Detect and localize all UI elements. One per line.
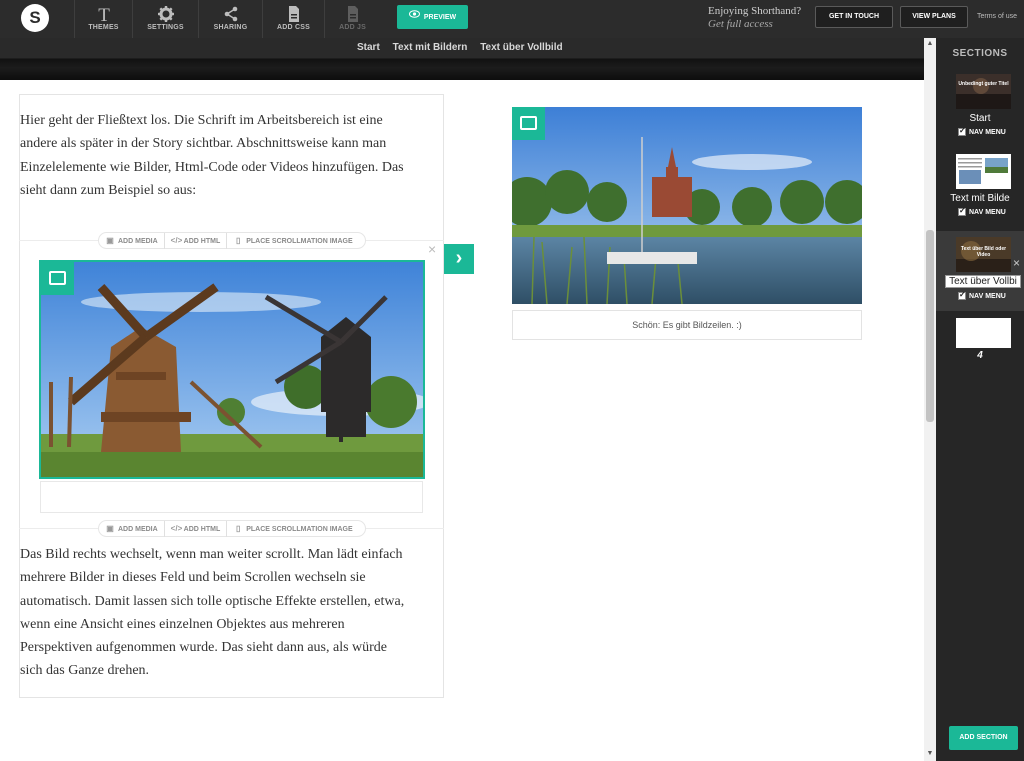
body-paragraph-2[interactable]: Das Bild rechts wechselt, wenn man weite…	[20, 543, 412, 683]
add-section-button[interactable]: ADD SECTION	[949, 726, 1018, 750]
place-scrollmation-button[interactable]: ▯ PLACE SCROLLMATION IMAGE	[227, 233, 358, 249]
add-media-button[interactable]: ▣ ADD MEDIA	[99, 233, 165, 249]
section-item-4[interactable]: 4	[936, 318, 1024, 368]
tab-text-mit-bildern[interactable]: Text mit Bildern	[393, 42, 468, 53]
gear-icon	[133, 4, 198, 24]
editor-canvas: Hier geht der Fließtext los. Die Schrift…	[0, 80, 924, 761]
terms-link[interactable]: Terms of use	[977, 13, 1017, 20]
section-name-input[interactable]: Text über Vollbi	[945, 275, 1021, 288]
add-html-button[interactable]: </>ADD HTML	[165, 521, 228, 537]
eye-icon	[408, 5, 420, 29]
code-icon: </>	[170, 524, 183, 533]
settings-button[interactable]: SETTINGS	[132, 0, 198, 38]
checkbox-checked-icon	[958, 290, 966, 300]
media-toolbar-top: ▣ ADD MEDIA </>ADD HTML ▯ PLACE SCROLLMATION…	[98, 232, 366, 249]
nav-menu-checkbox[interactable]: NAV MENU	[958, 290, 1006, 300]
phone-icon: ▯	[236, 524, 241, 533]
checkbox-checked-icon	[958, 126, 966, 136]
shorthand-logo[interactable]: S	[21, 4, 49, 32]
body-paragraph-1[interactable]: Hier geht der Fließtext los. Die Schrift…	[20, 109, 412, 202]
scrollbar-thumb[interactable]	[926, 230, 934, 422]
tab-start[interactable]: Start	[357, 42, 380, 53]
section-item-start[interactable]: Unbedingt guter Titel Start NAV MENU	[936, 72, 1024, 142]
section-tabs: Start Text mit Bildern Text über Vollbil…	[357, 42, 573, 53]
code-icon: </>	[170, 236, 183, 245]
preview-button[interactable]: PREVIEW	[397, 5, 468, 29]
scroll-up-icon[interactable]: ▲	[924, 40, 936, 47]
image-icon	[49, 271, 66, 285]
upgrade-prompt[interactable]: Enjoying Shorthand? Get full access	[708, 5, 806, 31]
section-item-text-mit-bildern[interactable]: Text mit Bilde NAV MENU	[936, 152, 1024, 222]
next-arrow-button[interactable]: ›	[444, 244, 474, 274]
media-type-badge[interactable]	[512, 107, 545, 140]
add-css-button[interactable]: ADD CSS	[262, 0, 324, 38]
tab-text-ueber-vollbild[interactable]: Text über Vollbild	[480, 42, 562, 53]
get-full-access-link[interactable]: Get full access	[708, 18, 806, 31]
sections-title: SECTIONS	[952, 48, 1008, 59]
add-js-button[interactable]: ADD JS	[324, 0, 380, 38]
top-toolbar: S T THEMES SETTINGS SHARING ADD CSS ADD …	[0, 0, 1024, 38]
css-file-icon	[263, 4, 324, 24]
place-scrollmation-button[interactable]: ▯ PLACE SCROLLMATION IMAGE	[227, 521, 358, 537]
svg-text:T: T	[98, 5, 110, 24]
section-thumbnail	[956, 154, 1011, 189]
phone-icon: ▯	[236, 236, 241, 245]
nav-menu-checkbox[interactable]: NAV MENU	[958, 126, 1006, 136]
section-thumbnail: Unbedingt guter Titel	[956, 74, 1011, 109]
windmill-photo	[41, 262, 423, 477]
harbour-photo	[512, 107, 862, 304]
view-plans-button[interactable]: VIEW PLANS	[900, 6, 968, 28]
sharing-button[interactable]: SHARING	[198, 0, 262, 38]
section-thumbnail	[956, 318, 1011, 348]
get-in-touch-button[interactable]: GET IN TOUCH	[815, 6, 893, 28]
scroll-down-icon[interactable]: ▼	[924, 750, 936, 757]
image-icon: ▣	[106, 236, 114, 245]
section-item-text-ueber-vollbild[interactable]: Text über Bild oder Video × Text über Vo…	[936, 231, 1024, 311]
delete-section-icon[interactable]: ×	[1013, 256, 1020, 270]
themes-icon: T	[75, 4, 132, 26]
themes-button[interactable]: T THEMES	[74, 0, 132, 38]
windmill-image[interactable]	[39, 260, 425, 479]
media-toolbar-bottom: ▣ ADD MEDIA </>ADD HTML ▯ PLACE SCROLLMATION…	[98, 520, 366, 537]
share-icon	[199, 4, 262, 24]
remove-media-icon[interactable]: ×	[428, 241, 436, 257]
image-caption-input[interactable]	[40, 481, 423, 513]
background-image[interactable]	[512, 107, 862, 304]
sections-panel: SECTIONS Unbedingt guter Titel Start NAV…	[936, 38, 1024, 761]
media-type-badge[interactable]	[41, 262, 74, 295]
js-file-icon	[325, 4, 380, 24]
background-image-caption[interactable]: Schön: Es gibt Bildzeilen. :)	[512, 310, 862, 340]
nav-menu-checkbox[interactable]: NAV MENU	[958, 206, 1006, 216]
add-media-button[interactable]: ▣ ADD MEDIA	[99, 521, 165, 537]
section-thumbnail: Text über Bild oder Video	[956, 237, 1011, 272]
image-icon: ▣	[106, 524, 114, 533]
checkbox-checked-icon	[958, 206, 966, 216]
add-html-button[interactable]: </>ADD HTML	[165, 233, 228, 249]
image-icon	[520, 116, 537, 130]
